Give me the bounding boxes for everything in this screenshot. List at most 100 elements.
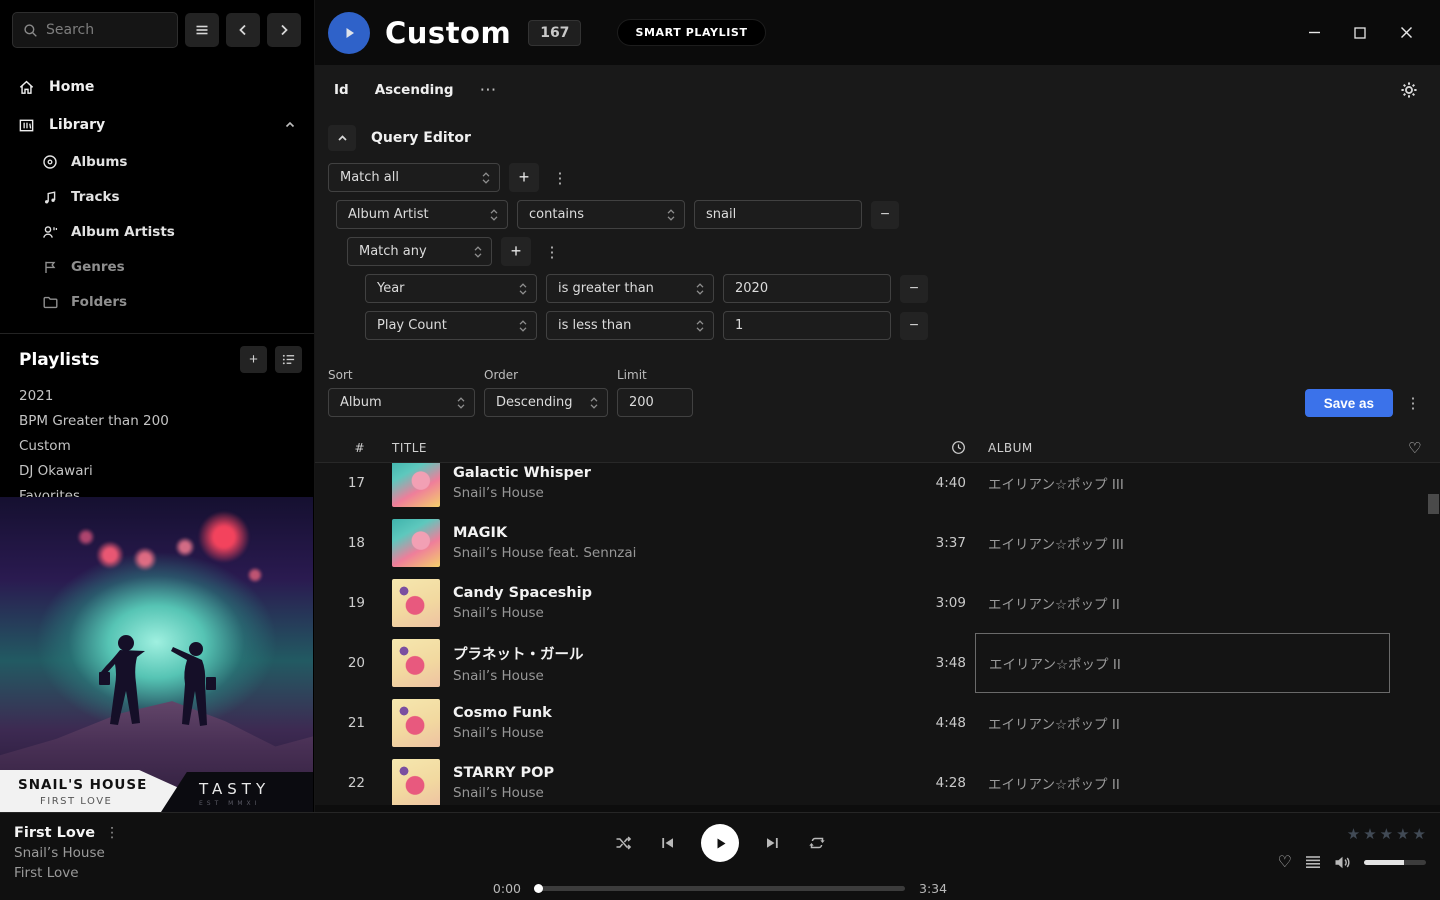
track-row[interactable]: 20 プラネット・ガール Snail’s House 3:48 エイリアン☆ポッ…: [315, 633, 1440, 693]
rule-field-select[interactable]: Play Count: [365, 311, 537, 340]
rule-field-select[interactable]: Album Artist: [336, 200, 508, 229]
track-row[interactable]: 19 Candy Spaceship Snail’s House 3:09 エイ…: [315, 573, 1440, 633]
rule-value-input[interactable]: [723, 311, 891, 340]
track-album-cell[interactable]: エイリアン☆ポップ II: [975, 573, 1390, 633]
gear-icon[interactable]: [1400, 81, 1418, 99]
now-playing-menu-button[interactable]: ⋮: [105, 825, 119, 841]
previous-button[interactable]: [656, 831, 680, 855]
track-title[interactable]: Cosmo Funk: [453, 705, 552, 721]
rule-operator-select[interactable]: contains: [517, 200, 685, 229]
chevron-up-icon[interactable]: [284, 119, 296, 131]
column-header-title[interactable]: TITLE: [371, 441, 905, 455]
add-playlist-button[interactable]: +: [240, 346, 267, 373]
next-button[interactable]: [760, 831, 784, 855]
add-rule-button[interactable]: +: [509, 163, 539, 192]
playlist-item[interactable]: Custom: [19, 433, 302, 458]
track-album-cell[interactable]: エイリアン☆ポップ II: [975, 633, 1390, 693]
column-header-album[interactable]: ALBUM: [975, 441, 1390, 455]
repeat-button[interactable]: [805, 831, 829, 855]
limit-input[interactable]: [617, 388, 693, 417]
sidebar-item-tracks[interactable]: Tracks: [0, 179, 314, 214]
vertical-scrollbar-thumb[interactable]: [1428, 494, 1439, 514]
duration-column-header[interactable]: [905, 440, 975, 455]
track-row[interactable]: 22 STARRY POP Snail’s House 4:28 エイリアン☆ポ…: [315, 753, 1440, 805]
playlist-list-button[interactable]: [275, 346, 302, 373]
rule-value-input[interactable]: [694, 200, 862, 229]
track-artist[interactable]: Snail’s House: [453, 668, 584, 684]
search-input[interactable]: [46, 22, 156, 38]
track-title[interactable]: STARRY POP: [453, 765, 554, 781]
track-title[interactable]: MAGIK: [453, 525, 636, 541]
star-icon[interactable]: ★: [1380, 825, 1393, 843]
sort-field-button[interactable]: Id: [334, 82, 349, 98]
playlist-item[interactable]: DJ Okawari: [19, 458, 302, 483]
sort-order-button[interactable]: Ascending: [375, 82, 454, 98]
star-icon[interactable]: ★: [1363, 825, 1376, 843]
more-options-button[interactable]: ⋯: [480, 80, 498, 100]
rating-stars[interactable]: ★★★★★: [1347, 825, 1426, 843]
remove-rule-button[interactable]: −: [871, 201, 899, 229]
add-group-rule-button[interactable]: +: [501, 237, 531, 266]
horizontal-scrollbar[interactable]: [315, 805, 1440, 812]
play-playlist-button[interactable]: [328, 12, 370, 54]
track-row[interactable]: 21 Cosmo Funk Snail’s House 4:48 エイリアン☆ポ…: [315, 693, 1440, 753]
maximize-button[interactable]: [1337, 13, 1383, 53]
minimize-button[interactable]: [1291, 13, 1337, 53]
query-sort-select[interactable]: Album: [328, 388, 475, 417]
query-order-select[interactable]: Descending: [484, 388, 608, 417]
track-row[interactable]: 17 Galactic Whisper Snail’s House 4:40 エ…: [315, 463, 1440, 513]
star-icon[interactable]: ★: [1396, 825, 1409, 843]
column-header-number[interactable]: #: [315, 441, 371, 455]
sidebar-item-genres[interactable]: Genres: [0, 249, 314, 284]
now-playing-album[interactable]: First Love: [14, 865, 119, 881]
track-title[interactable]: Galactic Whisper: [453, 465, 591, 481]
sidebar-item-album-artists[interactable]: Album Artists: [0, 214, 314, 249]
rule-value-input[interactable]: [723, 274, 891, 303]
nav-back-button[interactable]: [226, 13, 260, 47]
now-playing-artist[interactable]: Snail’s House: [14, 845, 119, 861]
now-playing-artwork[interactable]: SNAIL'S HOUSE FIRST LOVE TASTY EST MMXI: [0, 497, 313, 812]
track-artist[interactable]: Snail’s House feat. Sennzai: [453, 545, 636, 561]
track-artist[interactable]: Snail’s House: [453, 725, 552, 741]
track-title[interactable]: プラネット・ガール: [453, 643, 584, 664]
track-artist[interactable]: Snail’s House: [453, 485, 591, 501]
remove-rule-button[interactable]: −: [900, 275, 928, 303]
now-playing-title[interactable]: First Love: [14, 825, 95, 841]
track-artist[interactable]: Snail’s House: [453, 785, 554, 801]
rule-field-select[interactable]: Year: [365, 274, 537, 303]
favorite-column-header[interactable]: ♡: [1390, 439, 1440, 457]
track-album-cell[interactable]: エイリアン☆ポップ II: [975, 693, 1390, 753]
rule-group-menu-button[interactable]: ⋮: [548, 163, 572, 192]
track-artist[interactable]: Snail’s House: [453, 605, 592, 621]
seek-thumb[interactable]: [534, 884, 543, 893]
sidebar-item-albums[interactable]: Albums: [0, 144, 314, 179]
rule-operator-select[interactable]: is greater than: [546, 274, 714, 303]
volume-slider[interactable]: [1364, 860, 1426, 865]
favorite-button[interactable]: ♡: [1278, 852, 1292, 872]
track-row[interactable]: 18 MAGIK Snail’s House feat. Sennzai 3:3…: [315, 513, 1440, 573]
playlist-item[interactable]: 2021: [19, 383, 302, 408]
search-box[interactable]: [12, 12, 178, 48]
sidebar-item-library[interactable]: Library: [0, 106, 314, 144]
play-pause-button[interactable]: [701, 824, 739, 862]
close-button[interactable]: [1383, 13, 1429, 53]
star-icon[interactable]: ★: [1347, 825, 1360, 843]
star-icon[interactable]: ★: [1413, 825, 1426, 843]
track-album-cell[interactable]: エイリアン☆ポップ III: [975, 463, 1390, 513]
volume-button[interactable]: [1334, 855, 1351, 870]
track-album-cell[interactable]: エイリアン☆ポップ III: [975, 513, 1390, 573]
match-type-select[interactable]: Match all: [328, 163, 500, 192]
remove-rule-button[interactable]: −: [900, 312, 928, 340]
menu-button[interactable]: [185, 13, 219, 47]
save-as-button[interactable]: Save as: [1305, 389, 1393, 417]
rule-operator-select[interactable]: is less than: [546, 311, 714, 340]
track-title[interactable]: Candy Spaceship: [453, 585, 592, 601]
shuffle-button[interactable]: [611, 831, 635, 855]
sidebar-item-folders[interactable]: Folders: [0, 284, 314, 319]
collapse-query-button[interactable]: [328, 125, 356, 151]
track-album-cell[interactable]: エイリアン☆ポップ II: [975, 753, 1390, 805]
sidebar-item-home[interactable]: Home: [0, 68, 314, 106]
playlist-item[interactable]: BPM Greater than 200: [19, 408, 302, 433]
seek-slider[interactable]: [535, 886, 905, 891]
queue-button[interactable]: [1305, 855, 1321, 869]
